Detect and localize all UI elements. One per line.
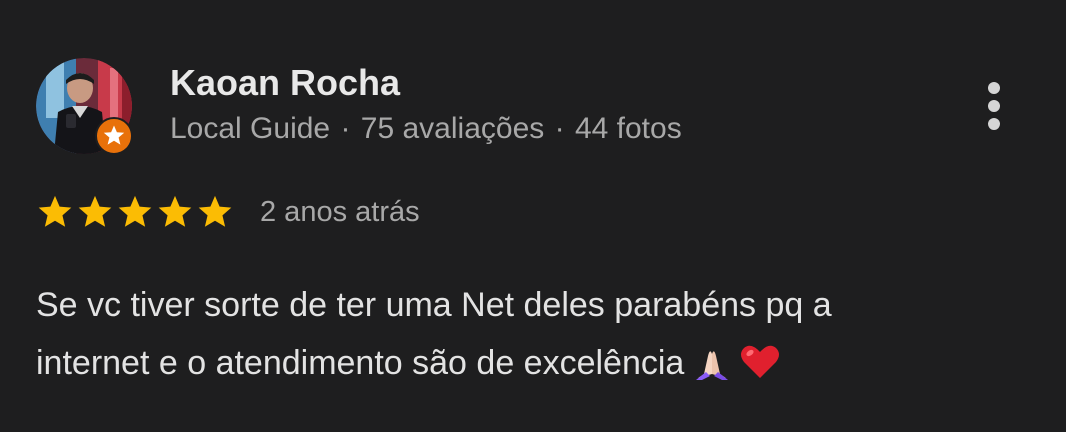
star-icon — [78, 195, 112, 227]
photos-count: 44 fotos — [574, 112, 682, 145]
more-vert-icon — [988, 82, 1000, 130]
reviewer-avatar[interactable] — [36, 58, 133, 155]
review-text-line-2-text: internet e o atendimento são de excelênc… — [36, 344, 685, 382]
reviewer-name[interactable]: Kaoan Rocha — [170, 62, 400, 104]
more-options-button[interactable] — [974, 78, 1014, 138]
folded-hands-icon — [696, 351, 729, 380]
reviews-count: 75 avaliações — [360, 112, 545, 145]
meta-separator: · — [340, 112, 351, 145]
star-icon — [158, 195, 192, 227]
red-heart-icon — [741, 345, 780, 378]
local-guide-star-icon — [95, 117, 133, 155]
reviewer-meta[interactable]: Local Guide · 75 avaliações · 44 fotos — [170, 112, 682, 146]
review-text-line-2: internet e o atendimento são de excelênc… — [36, 334, 1036, 392]
meta-separator: · — [554, 112, 565, 145]
star-rating — [36, 193, 234, 231]
star-icon — [198, 195, 232, 227]
rating-row: 2 anos atrás — [36, 190, 420, 234]
local-guide-label: Local Guide — [170, 112, 331, 145]
review-card: Kaoan Rocha Local Guide · 75 avaliações … — [0, 0, 1066, 432]
star-icon — [38, 195, 72, 227]
review-date: 2 anos atrás — [260, 195, 420, 228]
review-text-line-1: Se vc tiver sorte de ter uma Net deles p… — [36, 286, 832, 324]
review-text: Se vc tiver sorte de ter uma Net deles p… — [36, 276, 1036, 392]
star-icon — [118, 195, 152, 227]
